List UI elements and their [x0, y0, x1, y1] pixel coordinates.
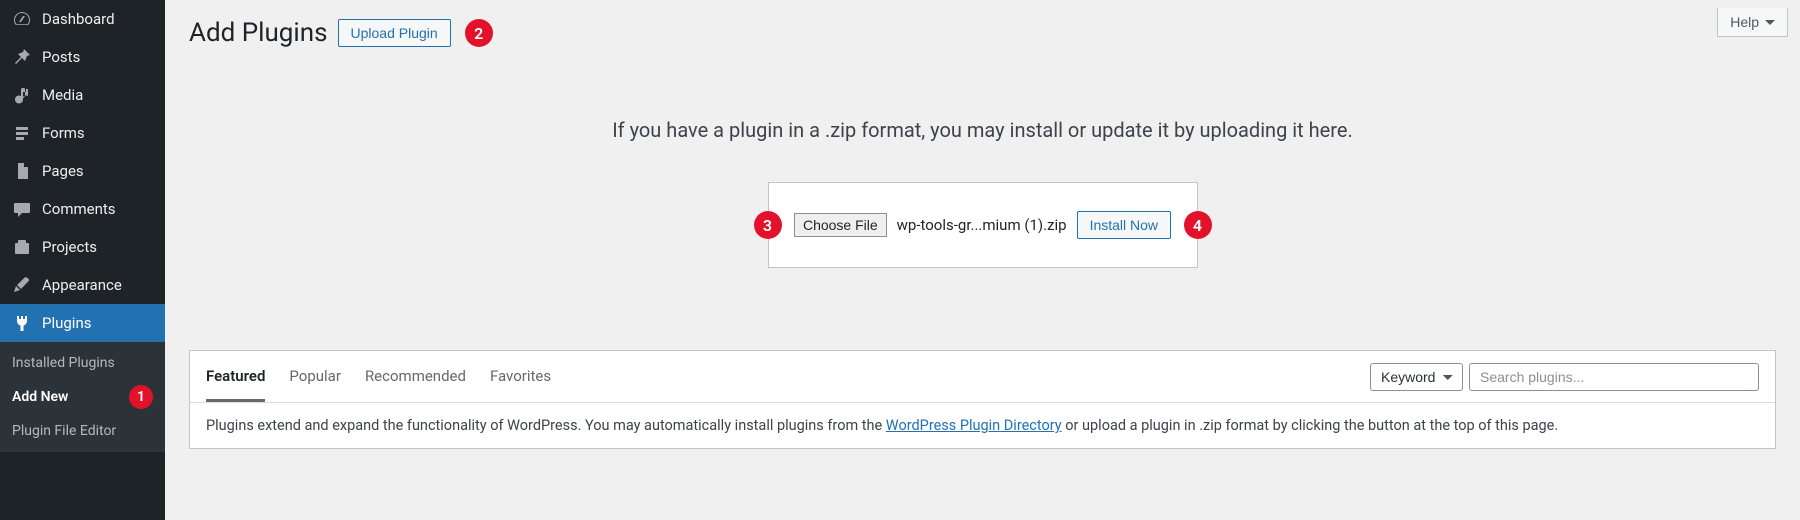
form-icon — [12, 123, 32, 143]
help-label: Help — [1730, 14, 1759, 30]
search-group: Keyword — [1370, 353, 1759, 401]
sidebar-item-comments[interactable]: Comments — [0, 190, 165, 228]
sidebar-item-label: Comments — [42, 200, 116, 218]
sidebar-item-label: Dashboard — [42, 10, 115, 28]
install-now-button[interactable]: Install Now — [1077, 211, 1171, 239]
tabs-list: Featured Popular Recommended Favorites — [206, 351, 551, 402]
plugins-submenu: Installed Plugins Add New 1 Plugin File … — [0, 342, 165, 452]
dashboard-icon — [12, 9, 32, 29]
sidebar-item-projects[interactable]: Projects — [0, 228, 165, 266]
page-header: Add Plugins Upload Plugin 2 — [165, 0, 1800, 48]
tab-favorites[interactable]: Favorites — [490, 351, 551, 402]
sidebar-item-forms[interactable]: Forms — [0, 114, 165, 152]
sidebar-item-posts[interactable]: Posts — [0, 38, 165, 76]
tab-featured[interactable]: Featured — [206, 351, 265, 402]
selected-file-name: wp-tools-gr...mium (1).zip — [897, 216, 1067, 234]
upload-panel: 3 Choose File wp-tools-gr...mium (1).zip… — [768, 182, 1198, 268]
submenu-plugin-file-editor[interactable]: Plugin File Editor — [0, 416, 165, 446]
sidebar-item-appearance[interactable]: Appearance — [0, 266, 165, 304]
media-icon — [12, 85, 32, 105]
brush-icon — [12, 275, 32, 295]
sidebar-item-label: Posts — [42, 48, 80, 66]
search-plugins-input[interactable] — [1469, 363, 1759, 391]
sidebar-item-label: Appearance — [42, 276, 122, 294]
comment-icon — [12, 199, 32, 219]
search-type-select[interactable]: Keyword — [1370, 363, 1463, 391]
tabs-row: Featured Popular Recommended Favorites K… — [190, 351, 1775, 403]
pin-icon — [12, 47, 32, 67]
sidebar-item-label: Forms — [42, 124, 85, 142]
desc-suffix: or upload a plugin in .zip format by cli… — [1062, 417, 1559, 434]
annotation-badge-3: 3 — [754, 211, 782, 239]
plugin-directory-link[interactable]: WordPress Plugin Directory — [886, 417, 1062, 434]
sidebar-item-media[interactable]: Media — [0, 76, 165, 114]
sidebar-item-plugins[interactable]: Plugins — [0, 304, 165, 342]
plug-icon — [12, 313, 32, 333]
sidebar-item-label: Plugins — [42, 314, 91, 332]
page-title: Add Plugins — [189, 18, 328, 48]
annotation-badge-2: 2 — [465, 19, 493, 47]
sidebar-item-label: Pages — [42, 162, 84, 180]
portfolio-icon — [12, 237, 32, 257]
sidebar-item-dashboard[interactable]: Dashboard — [0, 0, 165, 38]
annotation-badge-4: 4 — [1184, 211, 1212, 239]
upload-plugin-button[interactable]: Upload Plugin — [338, 19, 451, 47]
main-content: Help Add Plugins Upload Plugin 2 If you … — [165, 0, 1800, 520]
plugin-browse-panel: Featured Popular Recommended Favorites K… — [189, 350, 1776, 449]
tab-recommended[interactable]: Recommended — [365, 351, 466, 402]
sidebar-item-pages[interactable]: Pages — [0, 152, 165, 190]
plugins-description: Plugins extend and expand the functional… — [190, 403, 1775, 448]
submenu-add-new[interactable]: Add New 1 — [0, 378, 165, 416]
help-button[interactable]: Help — [1717, 8, 1788, 37]
sidebar-item-label: Media — [42, 86, 83, 104]
submenu-installed-plugins[interactable]: Installed Plugins — [0, 348, 165, 378]
page-icon — [12, 161, 32, 181]
submenu-label: Add New — [12, 389, 68, 405]
annotation-badge-1: 1 — [129, 385, 153, 409]
choose-file-button[interactable]: Choose File — [794, 213, 887, 237]
tab-popular[interactable]: Popular — [289, 351, 341, 402]
desc-prefix: Plugins extend and expand the functional… — [206, 417, 886, 434]
sidebar-item-label: Projects — [42, 238, 97, 256]
chevron-down-icon — [1765, 20, 1775, 25]
admin-sidebar: Dashboard Posts Media Forms Pages Commen… — [0, 0, 165, 520]
upload-instructions: If you have a plugin in a .zip format, y… — [165, 118, 1800, 142]
